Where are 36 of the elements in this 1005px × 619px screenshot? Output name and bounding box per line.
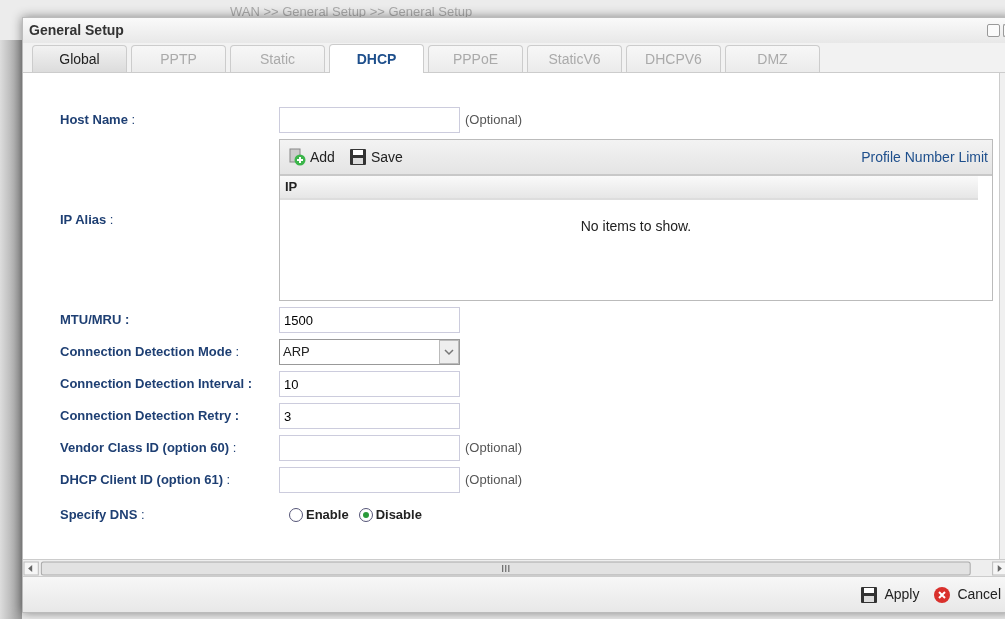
field-label: Specify DNS : [60, 506, 146, 525]
radio-option[interactable]: Enable [289, 505, 349, 525]
minimize-button[interactable] [987, 24, 1000, 37]
add-document-icon [288, 148, 306, 166]
input-field[interactable] [279, 467, 460, 493]
toolbar-button[interactable]: Save [348, 146, 403, 168]
input-field[interactable]: 10 [279, 371, 460, 397]
dialog-title: General Setup [29, 21, 124, 40]
field-label: DHCP Client ID (option 61) : [60, 471, 232, 490]
field-label: Vendor Class ID (option 60) : [60, 439, 238, 458]
input-field[interactable]: 3 [279, 403, 460, 429]
cancel-button[interactable]: Cancel [933, 584, 1001, 605]
toolbar-button[interactable]: Add [288, 146, 335, 168]
dropdown[interactable]: ARP [279, 339, 460, 365]
field-label: Host Name : [60, 111, 137, 130]
apply-button[interactable]: Apply [860, 584, 920, 605]
radio-option[interactable]: Disable [358, 505, 422, 525]
tab[interactable]: DHCP [329, 44, 424, 73]
field-label: MTU/MRU : [60, 311, 131, 330]
input-field[interactable]: 1500 [279, 307, 460, 333]
breadcrumb-text: WAN >> General Setup >> General Setup [230, 3, 473, 21]
input-field[interactable] [279, 435, 460, 461]
link-text[interactable]: Profile Number Limit [861, 146, 988, 168]
horizontal-scrollbar[interactable] [23, 559, 1005, 576]
empty-message: No items to show. [580, 217, 692, 236]
field-label: Connection Detection Mode : [60, 343, 241, 362]
cancel-icon [933, 585, 952, 604]
field-label: IP Alias : [60, 211, 115, 230]
optional-hint: (Optional) [465, 111, 523, 130]
field-label: Connection Detection Retry : [60, 407, 241, 426]
column-header: IP [280, 176, 978, 200]
optional-hint: (Optional) [465, 439, 523, 458]
optional-hint: (Optional) [465, 471, 523, 490]
field-label: Connection Detection Interval : [60, 375, 254, 394]
input-field[interactable] [279, 107, 460, 133]
tab[interactable]: Global [32, 45, 127, 72]
